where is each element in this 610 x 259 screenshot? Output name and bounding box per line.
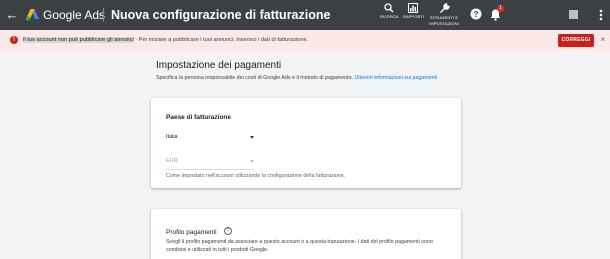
billing-country-card: Paese di fatturazione Italia EUR Come im… [151, 98, 461, 188]
alert-detail: · Per iniziare a pubblicare i tuoi annun… [133, 37, 309, 43]
search-button[interactable]: RICERCA [380, 3, 399, 19]
arrow-back-icon[interactable]: ← [4, 6, 20, 24]
account-alert-banner: ! Il tuo account non può pubblicare gli … [0, 30, 610, 51]
tools-settings-button[interactable]: STRUMENTI E IMPOSTAZIONI [428, 3, 460, 26]
dropdown-arrow-icon [250, 160, 254, 163]
currency-value: EUR [166, 158, 178, 164]
payments-profile-description: Scegli il profilo pagamenti da associare… [166, 239, 433, 253]
tools-label-line1: STRUMENTI E [429, 15, 459, 20]
country-value: Italia [166, 134, 178, 140]
wrench-icon [439, 3, 450, 13]
country-select[interactable]: Italia [166, 132, 254, 142]
notification-badge: 1 [497, 5, 504, 12]
payments-profile-title: Profilo pagamenti [166, 229, 217, 236]
help-outline-icon[interactable]: ? [224, 227, 232, 235]
account-avatar[interactable] [569, 10, 578, 19]
reports-button[interactable]: RAPPORTI [403, 3, 425, 19]
error-icon: ! [10, 36, 18, 44]
billing-country-title: Paese di fatturazione [166, 114, 232, 121]
tools-label-line2: IMPOSTAZIONI [429, 21, 459, 26]
svg-text:?: ? [474, 10, 479, 19]
google-ads-logo-icon [25, 9, 39, 21]
alert-close-icon[interactable]: × [599, 35, 607, 45]
dropdown-arrow-icon [250, 136, 254, 139]
currency-select: EUR [166, 156, 254, 166]
learn-more-link[interactable]: Ulteriori informazioni sui pagamenti [354, 75, 437, 81]
header-divider [103, 8, 104, 22]
currency-note: Come impostato nell'account utilizzando … [166, 173, 346, 179]
brand-name[interactable]: Google Ads [43, 8, 105, 22]
section-description-text: Specifica la persona responsabile dei co… [156, 75, 353, 81]
alert-highlight: Il tuo account non può pubblicare gli an… [23, 37, 134, 43]
alert-message: Il tuo account non può pubblicare gli an… [23, 36, 308, 44]
more-vert-icon[interactable] [596, 7, 606, 23]
currency-underline [166, 169, 254, 170]
top-app-bar: ← Google Ads Nuova configurazione di fat… [0, 0, 610, 30]
reports-label: RAPPORTI [403, 14, 425, 19]
search-icon [384, 3, 394, 13]
help-icon[interactable]: ? [470, 8, 482, 20]
section-description: Specifica la persona responsabile dei co… [156, 75, 456, 83]
bar-chart-icon [408, 3, 418, 13]
page-title: Nuova configurazione di fatturazione [111, 8, 331, 22]
payments-profile-card: Profilo pagamenti ? Scegli il profilo pa… [151, 209, 461, 259]
section-title: Impostazione dei pagamenti [156, 60, 282, 71]
fix-button[interactable]: CORREGGI [558, 34, 594, 47]
search-label: RICERCA [380, 14, 399, 19]
